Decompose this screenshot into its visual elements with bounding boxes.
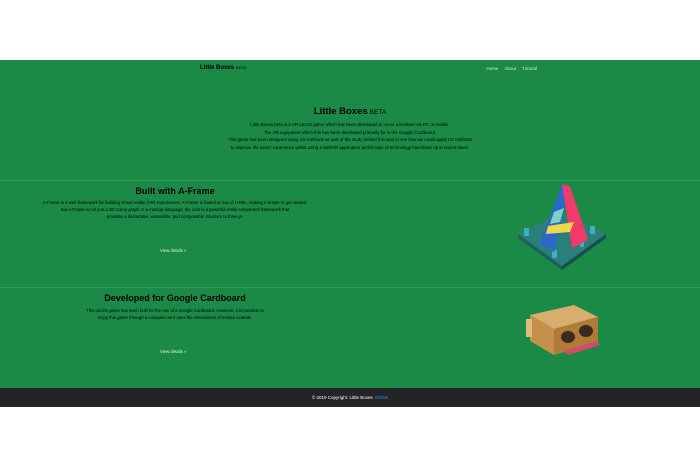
- cardboard-lens-left: [561, 331, 575, 343]
- cardboard-description: This puzzle game has been built for the …: [0, 307, 350, 321]
- nav-brand-tag: BETA: [236, 65, 247, 70]
- hero-line: This game has been designed using UX met…: [227, 137, 473, 142]
- hero-line: to improve the users' experience whilst …: [230, 144, 470, 150]
- google-cardboard-illustration: [526, 305, 600, 355]
- aframe-line: But A-Frame is not just a 3D scene graph…: [60, 207, 290, 212]
- nav-link-tutorial[interactable]: Tutorial: [522, 66, 537, 71]
- platform-top: [518, 212, 606, 266]
- aframe-line: A-Frame is a web framework for building …: [42, 200, 308, 205]
- footer: © 2019 Copyright: Little Boxes Github: [0, 388, 700, 407]
- footer-copyright: © 2019 Copyright: Little Boxes: [311, 395, 373, 400]
- section-divider: [0, 180, 700, 181]
- hero-title-label: Little Boxes: [313, 106, 368, 117]
- aframe-title: Built with A-Frame: [135, 186, 215, 196]
- cardboard-line: enjoy this game through a computer as it…: [97, 315, 253, 320]
- aframe-view-details-link[interactable]: View details »: [160, 248, 186, 253]
- nav-brand-label: Little Boxes: [200, 65, 235, 71]
- hero-line: The VR equipment which this has been dev…: [263, 129, 437, 135]
- nav-link-about[interactable]: About: [504, 66, 516, 71]
- nav-brand[interactable]: Little Boxes BETA: [200, 65, 246, 71]
- cardboard-strap: [526, 319, 532, 337]
- cardboard-lens-right: [579, 325, 593, 337]
- section-divider: [0, 287, 700, 288]
- nav-links: Home About Tutorial: [486, 66, 537, 71]
- aframe-description: A-Frame is a web framework for building …: [0, 199, 350, 220]
- aframe-logo-illustration: [518, 184, 606, 270]
- cardboard-view-details-link[interactable]: View details »: [160, 349, 186, 354]
- cardboard-line: This puzzle game has been built for the …: [86, 308, 264, 313]
- pillar: [590, 226, 595, 234]
- hero-description: Little Boxes beta is a VR puzzle game wh…: [0, 121, 700, 151]
- pillar: [524, 228, 529, 236]
- hero-title: Little Boxes BETA: [0, 106, 700, 117]
- cardboard-title: Developed for Google Cardboard: [104, 293, 246, 303]
- hero-line: Little Boxes beta is a VR puzzle game wh…: [250, 122, 450, 127]
- footer-github-link[interactable]: Github: [375, 395, 388, 400]
- nav-link-home[interactable]: Home: [486, 66, 498, 71]
- aframe-line: provides a declarative, extensible, and …: [106, 214, 244, 219]
- hero-title-tag: BETA: [369, 109, 387, 116]
